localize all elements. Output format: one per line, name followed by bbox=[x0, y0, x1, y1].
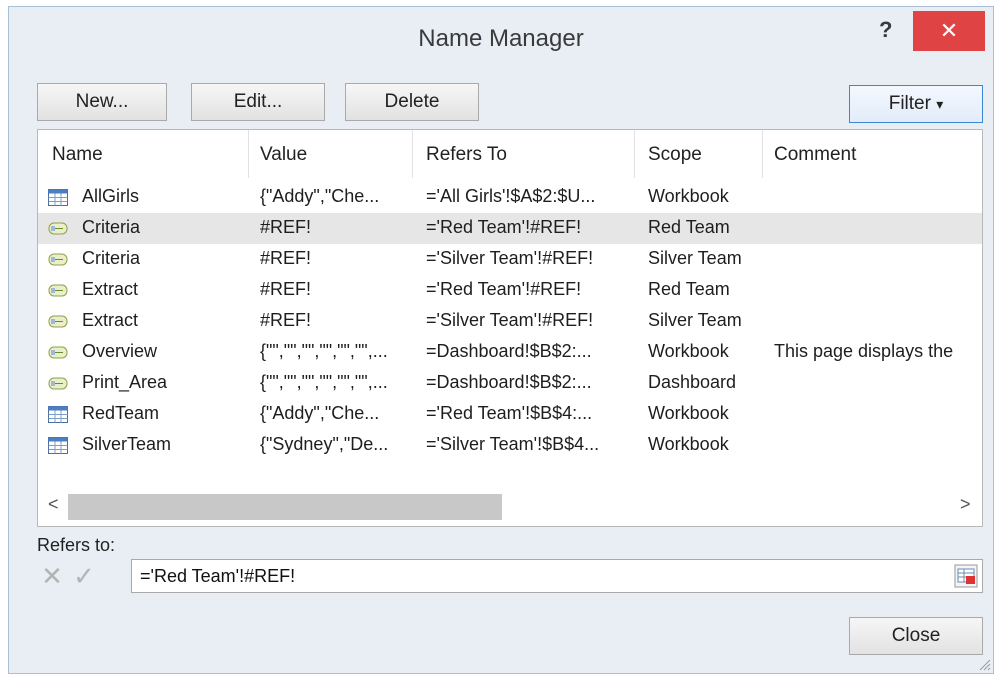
close-button-label: Close bbox=[891, 625, 941, 646]
column-header-name[interactable]: Name bbox=[52, 144, 103, 166]
row-value: #REF! bbox=[260, 217, 312, 237]
row-scope: Red Team bbox=[648, 279, 730, 299]
column-divider[interactable] bbox=[634, 130, 635, 178]
chevron-down-icon: ▾ bbox=[936, 96, 944, 112]
row-scope: Red Team bbox=[648, 217, 730, 237]
row-refers-to: ='Silver Team'!$B$4... bbox=[426, 434, 600, 454]
edit-button-label: Edit... bbox=[233, 91, 283, 112]
title-bar: Name Manager ? ✕ bbox=[9, 7, 993, 77]
row-scope: Workbook bbox=[648, 403, 729, 423]
row-scope: Workbook bbox=[648, 341, 729, 361]
row-value: {"","","","","","",... bbox=[260, 341, 388, 361]
row-scope: Silver Team bbox=[648, 248, 742, 268]
cancel-edit-icon[interactable]: ✕ bbox=[39, 563, 65, 589]
named-range-icon bbox=[48, 375, 68, 392]
column-header-comment[interactable]: Comment bbox=[774, 144, 856, 166]
edit-button[interactable]: Edit... bbox=[191, 83, 325, 121]
row-refers-to: ='Silver Team'!#REF! bbox=[426, 310, 594, 330]
column-header-value[interactable]: Value bbox=[260, 144, 307, 166]
row-scope: Workbook bbox=[648, 434, 729, 454]
dialog-title: Name Manager bbox=[418, 25, 584, 52]
refers-to-label: Refers to: bbox=[37, 535, 116, 555]
row-name: Print_Area bbox=[82, 372, 168, 392]
close-button[interactable]: Close bbox=[849, 617, 983, 655]
row-name: AllGirls bbox=[82, 186, 139, 206]
row-scope: Silver Team bbox=[648, 310, 742, 330]
close-window-button[interactable]: ✕ bbox=[913, 11, 985, 51]
table-row[interactable]: Criteria #REF! ='Silver Team'!#REF! Silver … bbox=[38, 244, 982, 275]
row-name: Criteria bbox=[82, 248, 141, 268]
collapse-dialog-icon[interactable] bbox=[954, 564, 978, 588]
table-icon bbox=[48, 406, 68, 423]
table-icon bbox=[48, 189, 68, 206]
row-value: #REF! bbox=[260, 248, 312, 268]
named-range-icon bbox=[48, 282, 68, 299]
resize-grip-icon[interactable] bbox=[977, 657, 991, 671]
row-value: #REF! bbox=[260, 279, 312, 299]
table-row[interactable]: Criteria #REF! ='Red Team'!#REF! Red Team bbox=[38, 213, 982, 244]
scroll-left-arrow[interactable]: < bbox=[48, 494, 59, 515]
row-name: Overview bbox=[82, 341, 158, 361]
table-row[interactable]: Overview {"","","","","","",... =Dashboard… bbox=[38, 337, 982, 368]
column-divider[interactable] bbox=[412, 130, 413, 178]
row-name: RedTeam bbox=[82, 403, 160, 423]
column-header-scope[interactable]: Scope bbox=[648, 144, 702, 166]
names-list[interactable]: Name Value Refers To Scope Comment AllGi… bbox=[37, 129, 983, 527]
table-icon bbox=[48, 437, 68, 454]
new-button[interactable]: New... bbox=[37, 83, 167, 121]
named-range-icon bbox=[48, 313, 68, 330]
refers-to-input[interactable] bbox=[140, 560, 930, 592]
named-range-icon bbox=[48, 344, 68, 361]
table-row[interactable]: Print_Area {"","","","","","",... =Dashboa… bbox=[38, 368, 982, 399]
row-refers-to: =Dashboard!$B$2:... bbox=[426, 372, 592, 392]
row-refers-to: ='All Girls'!$A$2:$U... bbox=[426, 186, 596, 206]
row-refers-to: =Dashboard!$B$2:... bbox=[426, 341, 592, 361]
row-name: Criteria bbox=[82, 217, 141, 237]
help-button[interactable]: ? bbox=[879, 17, 892, 43]
row-name: Extract bbox=[82, 310, 139, 330]
row-value: {"","","","","","",... bbox=[260, 372, 388, 392]
delete-button[interactable]: Delete bbox=[345, 83, 479, 121]
row-name: Extract bbox=[82, 279, 139, 299]
filter-button[interactable]: Filter ▾ bbox=[849, 85, 983, 123]
row-value: #REF! bbox=[260, 310, 312, 330]
row-refers-to: ='Silver Team'!#REF! bbox=[426, 248, 594, 268]
filter-button-label: Filter bbox=[888, 93, 931, 114]
named-range-icon bbox=[48, 251, 68, 268]
name-manager-dialog: Name Manager ? ✕ New... Edit... Delete F… bbox=[8, 6, 994, 674]
table-row[interactable]: AllGirls {"Addy","Che... ='All Girls'!$A$2… bbox=[38, 182, 982, 213]
column-divider[interactable] bbox=[248, 130, 249, 178]
row-refers-to: ='Red Team'!#REF! bbox=[426, 217, 582, 237]
scroll-right-arrow[interactable]: > bbox=[960, 494, 971, 515]
refers-to-field[interactable] bbox=[131, 559, 983, 593]
column-header-refers-to[interactable]: Refers To bbox=[426, 144, 507, 166]
row-value: {"Addy","Che... bbox=[260, 186, 380, 206]
table-row[interactable]: Extract #REF! ='Red Team'!#REF! Red Team bbox=[38, 275, 982, 306]
row-name: SilverTeam bbox=[82, 434, 172, 454]
column-divider[interactable] bbox=[762, 130, 763, 178]
named-range-icon bbox=[48, 220, 68, 237]
table-row[interactable]: SilverTeam {"Sydney","De... ='Silver Team'… bbox=[38, 430, 982, 461]
row-scope: Workbook bbox=[648, 186, 729, 206]
row-comment: This page displays the bbox=[774, 341, 954, 361]
row-refers-to: ='Red Team'!#REF! bbox=[426, 279, 582, 299]
horizontal-scrollbar[interactable]: < > bbox=[38, 486, 982, 526]
row-scope: Dashboard bbox=[648, 372, 737, 392]
scroll-thumb[interactable] bbox=[68, 494, 502, 520]
row-refers-to: ='Red Team'!$B$4:... bbox=[426, 403, 593, 423]
row-value: {"Sydney","De... bbox=[260, 434, 389, 454]
confirm-edit-icon[interactable]: ✓ bbox=[71, 563, 97, 589]
delete-button-label: Delete bbox=[384, 91, 440, 112]
table-row[interactable]: Extract #REF! ='Silver Team'!#REF! Silver T… bbox=[38, 306, 982, 337]
new-button-label: New... bbox=[75, 91, 129, 112]
table-row[interactable]: RedTeam {"Addy","Che... ='Red Team'!$B$4:.… bbox=[38, 399, 982, 430]
row-value: {"Addy","Che... bbox=[260, 403, 380, 423]
